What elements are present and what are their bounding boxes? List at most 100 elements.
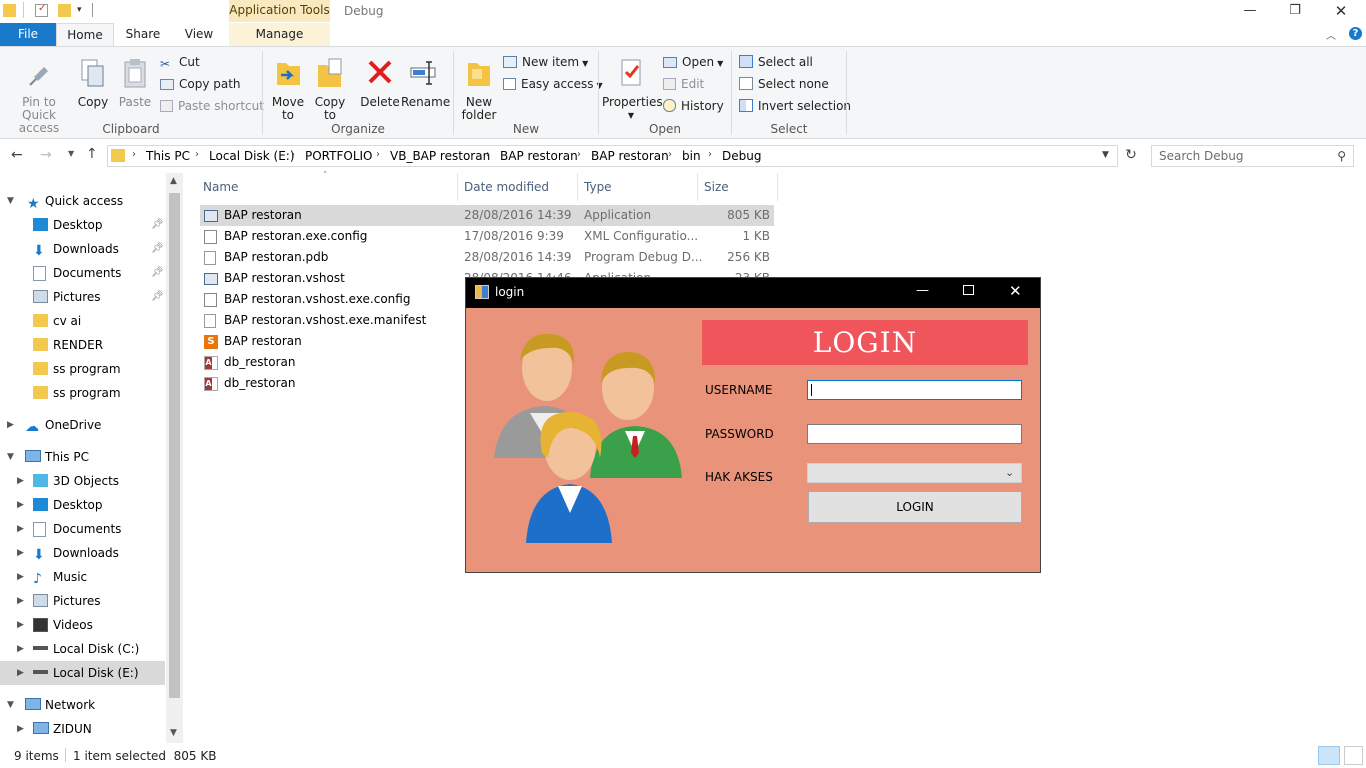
chevron-right-icon[interactable]: ▶ (7, 413, 14, 437)
nav-item-documents[interactable]: Documents 📌︎ (0, 261, 165, 285)
new-item-button[interactable]: New item ▼ (503, 52, 588, 72)
crumb-debug[interactable]: Debug (722, 149, 761, 163)
nav-item-downloads[interactable]: ⬇ Downloads 📌︎ (0, 237, 165, 261)
nav-item-render[interactable]: RENDER (0, 333, 165, 357)
chevron-right-icon[interactable]: ▶ (17, 541, 24, 565)
new-folder-button[interactable]: New folder (459, 57, 499, 122)
chevron-right-icon[interactable]: ▶ (17, 517, 24, 541)
edit-button[interactable]: Edit (663, 74, 704, 94)
file-row[interactable]: BAP restoran.pdb 28/08/2016 14:39 Progra… (200, 247, 774, 268)
chevron-down-icon[interactable]: ▼ (7, 445, 14, 469)
pin-icon[interactable]: 📌︎ (151, 237, 164, 261)
crumb-portfolio[interactable]: PORTFOLIO (305, 149, 373, 163)
file-row[interactable]: BAP restoran.exe.config 17/08/2016 9:39 … (200, 226, 774, 247)
chevron-down-icon[interactable]: ▼ (7, 693, 14, 717)
copy-to-button[interactable]: Copy to (311, 57, 349, 122)
open-button[interactable]: Open ▼ (663, 52, 723, 72)
new-folder-quick-icon[interactable] (58, 4, 71, 17)
maximize-button[interactable] (963, 285, 974, 295)
pin-icon[interactable]: 📌︎ (151, 261, 164, 285)
nav-item-pc-pictures[interactable]: ▶ Pictures (0, 589, 165, 613)
minimize-button[interactable]: — (916, 283, 929, 298)
nav-onedrive[interactable]: ▶ ☁ OneDrive (0, 413, 165, 437)
chevron-right-icon[interactable]: › (577, 149, 581, 160)
up-arrow-icon[interactable]: ↑ (86, 146, 98, 162)
details-view-icon[interactable] (1318, 746, 1340, 765)
copy-button[interactable]: Copy (74, 57, 112, 109)
nav-item-pc-documents[interactable]: ▶ Documents (0, 517, 165, 541)
nav-quick-access[interactable]: ▼ ★ Quick access (0, 189, 165, 213)
properties-quick-icon[interactable]: ✓ (35, 3, 48, 17)
chevron-right-icon[interactable]: ▶ (17, 637, 24, 661)
minimize-button[interactable]: — (1227, 0, 1273, 22)
history-button[interactable]: History (663, 96, 724, 116)
nav-item-3d-objects[interactable]: ▶ 3D Objects (0, 469, 165, 493)
restore-button[interactable]: ❐ (1272, 0, 1318, 22)
nav-item-zidun[interactable]: ▶ ZIDUN (0, 717, 165, 741)
crumb-this-pc[interactable]: This PC (146, 149, 190, 163)
paste-button[interactable]: Paste (115, 57, 155, 109)
chevron-right-icon[interactable]: ▶ (17, 613, 24, 637)
address-bar[interactable]: › This PC › Local Disk (E:) › PORTFOLIO … (107, 145, 1118, 167)
crumb-bap-restoran[interactable]: BAP restoran (500, 149, 578, 163)
nav-item-videos[interactable]: ▶ Videos (0, 613, 165, 637)
refresh-icon[interactable]: ↻ (1122, 147, 1140, 165)
crumb-bin[interactable]: bin (682, 149, 701, 163)
column-divider[interactable] (697, 173, 698, 201)
help-icon[interactable]: ? (1349, 27, 1362, 40)
customize-quick-access-icon[interactable]: ▾ (77, 5, 82, 15)
delete-button[interactable]: Delete (359, 57, 401, 109)
scroll-down-icon[interactable]: ▼ (170, 728, 177, 738)
nav-network[interactable]: ▼ Network (0, 693, 165, 717)
recent-locations-icon[interactable]: ▼ (68, 149, 74, 158)
column-divider[interactable] (577, 173, 578, 201)
chevron-down-icon[interactable]: ▼ (7, 189, 14, 213)
chevron-right-icon[interactable]: › (132, 149, 136, 160)
nav-item-ss-program-2[interactable]: ss program (0, 381, 165, 405)
forward-arrow-icon[interactable]: → (40, 147, 52, 163)
close-button[interactable]: ✕ (1318, 0, 1364, 22)
scroll-up-icon[interactable]: ▲ (170, 176, 177, 186)
column-header-date[interactable]: Date modified (464, 180, 549, 194)
column-header-name[interactable]: Name (203, 180, 238, 194)
large-icons-view-icon[interactable] (1344, 746, 1363, 765)
login-button[interactable]: LOGIN (808, 491, 1022, 523)
tab-home[interactable]: Home (56, 23, 114, 46)
chevron-right-icon[interactable]: ▶ (17, 493, 24, 517)
search-input[interactable]: Search Debug ⚲ (1151, 145, 1354, 167)
back-arrow-icon[interactable]: ← (11, 147, 23, 163)
crumb-local-disk[interactable]: Local Disk (E:) (209, 149, 295, 163)
nav-item-cv-ai[interactable]: cv ai (0, 309, 165, 333)
chevron-right-icon[interactable]: ▶ (17, 589, 24, 613)
column-header-size[interactable]: Size (704, 180, 729, 194)
copy-path-button[interactable]: Copy path (160, 74, 241, 94)
cut-button[interactable]: ✂ Cut (160, 52, 200, 72)
file-row[interactable]: BAP restoran 28/08/2016 14:39 Applicatio… (200, 205, 774, 226)
chevron-right-icon[interactable]: ▶ (17, 469, 24, 493)
scroll-thumb[interactable] (169, 193, 180, 698)
chevron-right-icon[interactable]: ▶ (17, 661, 24, 685)
pin-icon[interactable]: 📌︎ (151, 285, 164, 309)
paste-shortcut-button[interactable]: Paste shortcut (160, 96, 264, 116)
column-divider[interactable] (777, 173, 778, 201)
password-input[interactable] (807, 424, 1022, 444)
chevron-right-icon[interactable]: › (376, 149, 380, 160)
nav-item-pc-desktop[interactable]: ▶ Desktop (0, 493, 165, 517)
nav-item-pictures[interactable]: Pictures 📌︎ (0, 285, 165, 309)
nav-item-ss-program[interactable]: ss program (0, 357, 165, 381)
chevron-right-icon[interactable]: › (486, 149, 490, 160)
invert-selection-button[interactable]: Invert selection (739, 96, 851, 116)
column-header-type[interactable]: Type (584, 180, 612, 194)
tab-manage[interactable]: Manage (229, 23, 330, 46)
chevron-right-icon[interactable]: › (291, 149, 295, 160)
select-all-button[interactable]: Select all (739, 52, 813, 72)
pin-icon[interactable]: 📌︎ (151, 213, 164, 237)
chevron-right-icon[interactable]: ▶ (17, 717, 24, 741)
rename-button[interactable]: Rename (401, 57, 450, 109)
close-button[interactable]: ✕ (1009, 282, 1022, 300)
nav-item-desktop[interactable]: Desktop 📌︎ (0, 213, 165, 237)
nav-this-pc[interactable]: ▼ This PC (0, 445, 165, 469)
nav-item-local-disk-c[interactable]: ▶ Local Disk (C:) (0, 637, 165, 661)
chevron-right-icon[interactable]: › (668, 149, 672, 160)
tab-share[interactable]: Share (118, 23, 168, 46)
